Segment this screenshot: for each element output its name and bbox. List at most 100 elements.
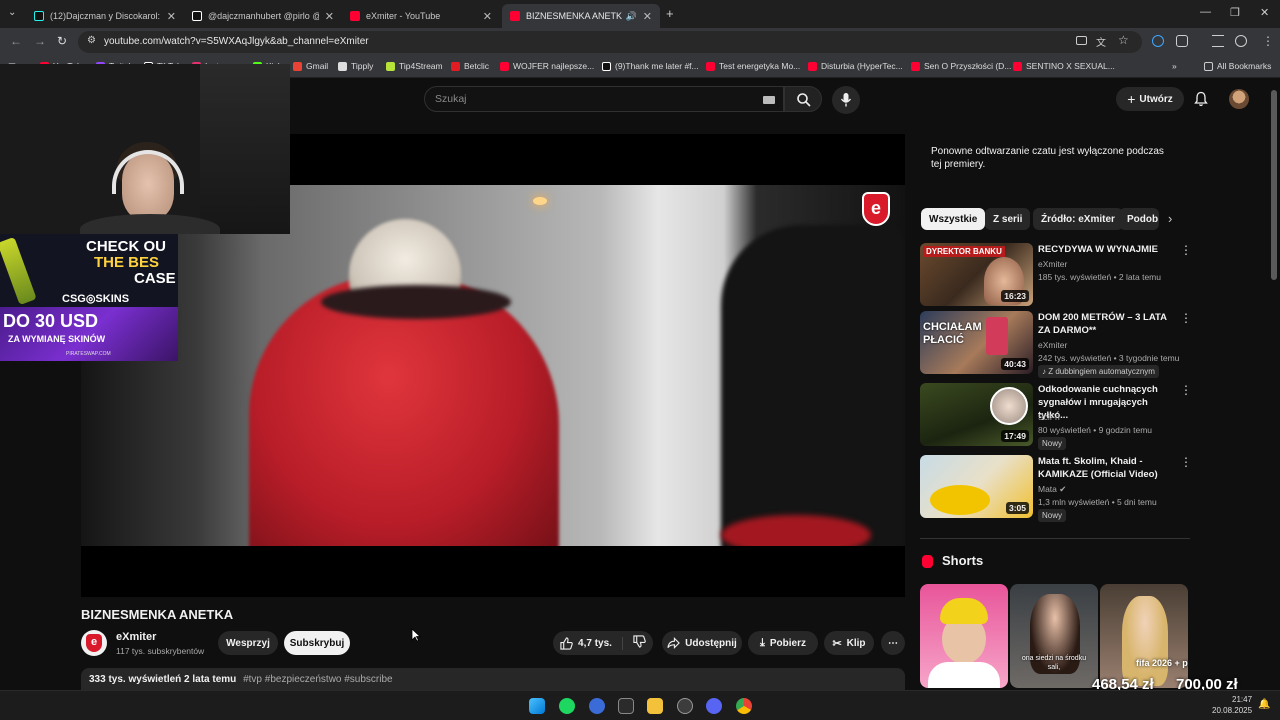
epic-games-icon[interactable] bbox=[618, 698, 634, 714]
all-bookmarks-folder[interactable]: All Bookmarks bbox=[1204, 61, 1271, 71]
clip-button[interactable]: ✂ Klip bbox=[824, 631, 874, 655]
app-icon-2[interactable] bbox=[677, 698, 693, 714]
channel-name[interactable]: eXmiter bbox=[116, 631, 156, 643]
recommendation-channel: Mata ✔ bbox=[1038, 484, 1066, 495]
dislike-button[interactable] bbox=[623, 635, 646, 651]
more-vertical-icon[interactable]: ⋮ bbox=[1180, 455, 1192, 469]
plus-icon: + bbox=[1127, 91, 1136, 107]
more-vertical-icon[interactable]: ⋮ bbox=[1180, 311, 1192, 325]
video-thumbnail[interactable]: 17:49 bbox=[920, 383, 1033, 446]
bookmark-sen-o-przyszlosci[interactable]: Sen O Przyszłości (D... bbox=[911, 61, 1011, 71]
chip-from-channel[interactable]: Źródło: eXmiter bbox=[1033, 208, 1123, 230]
voice-search-button[interactable] bbox=[832, 86, 860, 114]
subscribe-button[interactable]: Subskrybuj bbox=[284, 631, 350, 655]
close-tab-icon[interactable]: ✕ bbox=[325, 10, 334, 23]
windows-start-icon[interactable] bbox=[529, 698, 545, 714]
tab-search-icon[interactable]: ⌄ bbox=[8, 7, 16, 18]
bookmark-test-energetyka[interactable]: Test energetyka Mo... bbox=[706, 61, 800, 71]
close-tab-icon[interactable]: ✕ bbox=[483, 10, 492, 23]
channel-avatar[interactable]: e bbox=[81, 630, 107, 656]
page-scrollbar[interactable] bbox=[1271, 90, 1277, 280]
minimize-icon[interactable]: — bbox=[1200, 6, 1211, 18]
short-item[interactable] bbox=[920, 584, 1008, 688]
close-window-icon[interactable]: ✕ bbox=[1260, 6, 1269, 19]
support-button[interactable]: Wesprzyj bbox=[218, 631, 278, 655]
extensions-puzzle-icon[interactable] bbox=[1176, 35, 1188, 47]
keyboard-icon[interactable] bbox=[763, 96, 775, 104]
back-icon[interactable]: ← bbox=[10, 34, 22, 48]
menu-kebab-icon[interactable]: ⋮ bbox=[1262, 34, 1274, 48]
discord-icon[interactable] bbox=[706, 698, 722, 714]
chip-from-series[interactable]: Z serii bbox=[985, 208, 1031, 230]
bookmark-wojfer[interactable]: WOJFER najlepsze... bbox=[500, 61, 594, 71]
site-info-icon[interactable]: ⚙ bbox=[87, 35, 96, 46]
extension-icon[interactable] bbox=[1152, 35, 1164, 47]
user-avatar[interactable] bbox=[1229, 89, 1249, 109]
notifications-bell-icon[interactable] bbox=[1194, 91, 1208, 107]
video-thumbnail[interactable]: CHCIAŁAM PŁACIĆ 40:43 bbox=[920, 311, 1033, 374]
bookmark-disturbia[interactable]: Disturbia (HyperTec... bbox=[808, 61, 903, 71]
download-button[interactable]: ⤓ Pobierz bbox=[748, 631, 818, 655]
address-bar[interactable]: ⚙ youtube.com/watch?v=S5WXAqJlgyk&ab_cha… bbox=[78, 31, 1142, 53]
search-button[interactable] bbox=[784, 86, 822, 112]
browser-tab-active-video[interactable]: BIZNESMENKA ANETKA - Y 🔊 ✕ bbox=[502, 4, 660, 28]
video-thumbnail[interactable]: DYREKTOR BANKU 16:23 bbox=[920, 243, 1033, 306]
file-explorer-icon[interactable] bbox=[647, 698, 663, 714]
more-actions-button[interactable]: ⋯ bbox=[881, 631, 905, 655]
bookmark-sentino[interactable]: SENTINO X SEXUAL... bbox=[1013, 61, 1115, 71]
short-item[interactable]: ona siedzi na środku sali, bbox=[1010, 584, 1098, 688]
create-button[interactable]: + Utwórz bbox=[1116, 87, 1184, 111]
short-item[interactable]: fifa 2026 + pad bbox=[1100, 584, 1188, 688]
recommendation-channel[interactable]: eXmiter bbox=[1038, 340, 1067, 350]
maximize-icon[interactable]: ❐ bbox=[1230, 6, 1240, 19]
bookmark-label: Gmail bbox=[306, 61, 329, 71]
hashtags[interactable]: #tvp #bezpieczeństwo #subscribe bbox=[243, 674, 393, 685]
browser-tab-tiktok-1[interactable]: (12)Dajczman y Discokarol: La M ✕ bbox=[26, 4, 184, 28]
browser-tab-tiktok-2[interactable]: @dajczmanhubert @pirlo @Dr ✕ bbox=[184, 4, 342, 28]
chip-related[interactable]: Podob bbox=[1119, 208, 1159, 230]
browser-tab-strip: ⌄ (12)Dajczman y Discokarol: La M ✕ @daj… bbox=[0, 0, 1280, 28]
reload-icon[interactable]: ↻ bbox=[57, 34, 67, 48]
more-vertical-icon[interactable]: ⋮ bbox=[1180, 383, 1192, 397]
video-thumbnail[interactable]: 3:05 bbox=[920, 455, 1033, 518]
recommendation-title[interactable]: DOM 200 METRÓW – 3 LATA ZA DARMO** bbox=[1038, 311, 1178, 337]
bookmark-gmail[interactable]: Gmail bbox=[293, 61, 328, 71]
recommendation-title[interactable]: Mata ft. Skolim, Khaid - KAMIKAZE (Offic… bbox=[1038, 455, 1178, 481]
share-button[interactable]: Udostępnij bbox=[662, 631, 742, 655]
bookmark-tipply[interactable]: Tipply bbox=[338, 61, 373, 71]
forward-icon[interactable]: → bbox=[34, 34, 46, 48]
speaker-icon[interactable]: 🔊 bbox=[626, 11, 637, 22]
more-bookmarks-icon[interactable]: » bbox=[1172, 61, 1177, 71]
chevron-right-icon[interactable]: › bbox=[1168, 211, 1172, 226]
more-vertical-icon[interactable]: ⋮ bbox=[1180, 243, 1192, 257]
bookmark-betclic[interactable]: Betclic bbox=[451, 61, 489, 71]
chrome-icon[interactable] bbox=[736, 698, 752, 714]
close-tab-icon[interactable]: ✕ bbox=[643, 10, 652, 23]
notification-bell-icon[interactable]: 🔔 bbox=[1258, 699, 1270, 710]
search-input[interactable]: Szukaj bbox=[424, 86, 784, 112]
cast-icon[interactable] bbox=[1076, 36, 1087, 45]
bookmark-thank-me-later[interactable]: (9)Thank me later #f... bbox=[602, 61, 699, 71]
description-box[interactable]: 333 tys. wyświetleń 2 lata temu #tvp #be… bbox=[81, 668, 905, 690]
chip-all[interactable]: Wszystkie bbox=[921, 208, 986, 230]
spotify-icon[interactable] bbox=[559, 698, 575, 714]
recommendation-item[interactable]: DYREKTOR BANKU 16:23 RECYDYWA W WYNAJMIE… bbox=[920, 243, 1192, 307]
like-button[interactable]: 4,7 tys. bbox=[560, 636, 623, 650]
translate-icon[interactable]: 文 bbox=[1096, 34, 1106, 49]
reading-list-icon[interactable] bbox=[1212, 35, 1224, 47]
bookmark-tip4stream[interactable]: Tip4Stream bbox=[386, 61, 443, 71]
app-icon[interactable] bbox=[589, 698, 605, 714]
browser-tab-youtube-channel[interactable]: eXmiter - YouTube ✕ bbox=[342, 4, 500, 28]
close-tab-icon[interactable]: ✕ bbox=[167, 10, 176, 23]
recommendation-channel[interactable]: eXmiter bbox=[1038, 259, 1067, 269]
recommendation-item[interactable]: 17:49 Odkodowanie cuchnących sygnałów i … bbox=[920, 383, 1192, 450]
recommendation-item[interactable]: 3:05 Mata ft. Skolim, Khaid - KAMIKAZE (… bbox=[920, 455, 1192, 522]
figure-collar bbox=[321, 285, 511, 319]
new-tab-button[interactable]: + bbox=[666, 6, 674, 21]
recommendation-channel-name[interactable]: Mata bbox=[1038, 484, 1057, 494]
recommendation-channel[interactable]: SciFri bbox=[1038, 412, 1060, 422]
bookmark-star-icon[interactable]: ☆ bbox=[1118, 33, 1129, 47]
recommendation-title[interactable]: RECYDYWA W WYNAJMIE bbox=[1038, 243, 1178, 256]
profile-icon[interactable] bbox=[1235, 35, 1247, 47]
recommendation-item[interactable]: CHCIAŁAM PŁACIĆ 40:43 DOM 200 METRÓW – 3… bbox=[920, 311, 1192, 378]
